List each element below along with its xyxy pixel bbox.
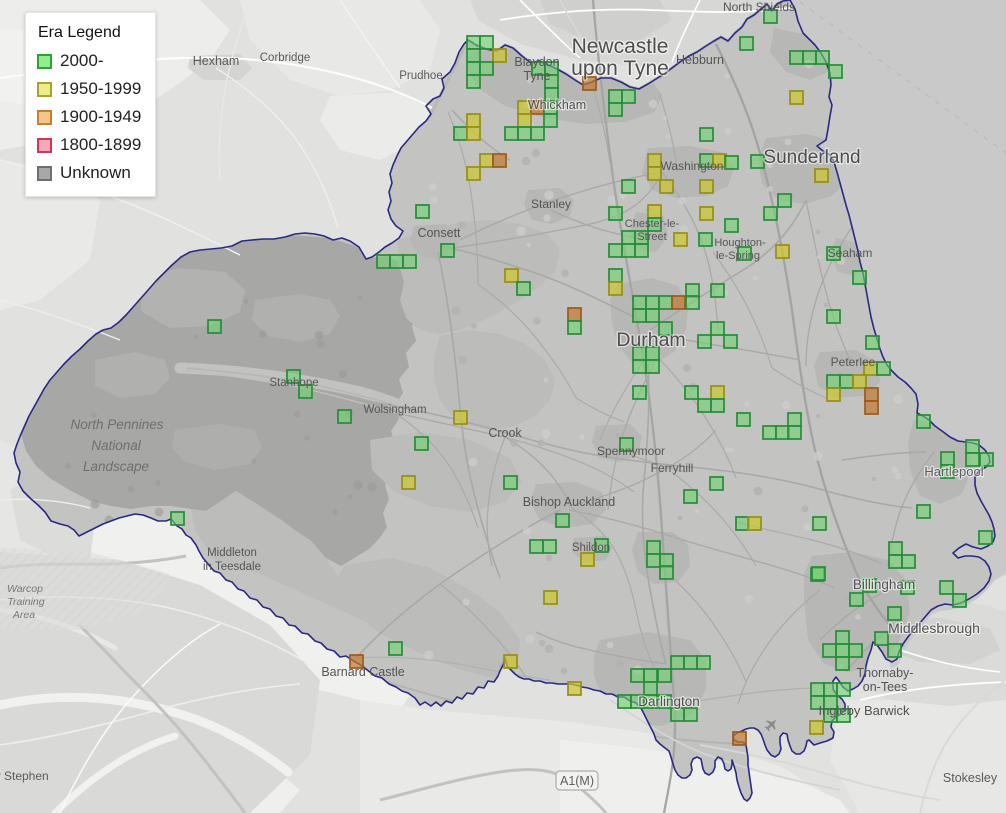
svg-text:Barnard Castle: Barnard Castle	[321, 665, 404, 679]
svg-text:Blaydon: Blaydon	[514, 55, 559, 69]
svg-text:Prudhoe: Prudhoe	[399, 70, 442, 82]
svg-text:on-Tees: on-Tees	[863, 680, 907, 694]
svg-text:Kirkby Stephen: Kirkby Stephen	[0, 769, 49, 783]
svg-text:Warcop: Warcop	[7, 583, 43, 595]
svg-text:Chester-le-: Chester-le-	[625, 218, 680, 230]
svg-text:Washington: Washington	[661, 159, 724, 173]
svg-text:Stanley: Stanley	[531, 197, 571, 211]
svg-text:Landscape: Landscape	[83, 459, 149, 474]
svg-text:in Teesdale: in Teesdale	[203, 561, 261, 573]
svg-text:Peterlee: Peterlee	[831, 355, 876, 369]
svg-text:Corbridge: Corbridge	[260, 52, 311, 64]
svg-text:Training: Training	[7, 596, 44, 608]
svg-text:Consett: Consett	[417, 226, 461, 240]
svg-text:Crook: Crook	[488, 426, 522, 440]
svg-text:A1(M): A1(M)	[560, 774, 594, 788]
svg-text:Shildon: Shildon	[572, 542, 610, 554]
svg-text:North Shields: North Shields	[723, 0, 795, 14]
svg-text:Sunderland: Sunderland	[763, 147, 860, 168]
svg-text:Thornaby-: Thornaby-	[857, 666, 914, 680]
svg-text:Durham: Durham	[616, 329, 685, 351]
svg-text:Billingham: Billingham	[853, 577, 915, 592]
svg-text:Street: Street	[637, 231, 666, 243]
svg-text:upon Tyne: upon Tyne	[571, 57, 669, 80]
svg-text:Stanhope: Stanhope	[269, 377, 318, 389]
svg-text:Middlesbrough: Middlesbrough	[888, 620, 980, 636]
svg-text:Bishop Auckland: Bishop Auckland	[523, 495, 615, 509]
svg-text:Area: Area	[12, 609, 35, 621]
svg-text:National: National	[91, 438, 142, 453]
svg-text:Tyne: Tyne	[523, 69, 550, 83]
svg-text:Hebburn: Hebburn	[676, 53, 724, 67]
svg-text:Wolsingham: Wolsingham	[363, 404, 426, 416]
svg-text:Seaham: Seaham	[828, 246, 873, 260]
svg-text:Middleton: Middleton	[207, 547, 257, 559]
svg-text:Spennymoor: Spennymoor	[597, 444, 665, 458]
svg-text:Ingleby Barwick: Ingleby Barwick	[818, 703, 910, 718]
svg-text:Hartlepool: Hartlepool	[924, 464, 983, 479]
svg-text:le-Spring: le-Spring	[716, 250, 760, 262]
svg-text:Stokesley: Stokesley	[943, 771, 998, 785]
svg-text:North Pennines: North Pennines	[70, 417, 163, 432]
svg-text:Ferryhill: Ferryhill	[651, 461, 694, 475]
svg-text:Newcastle: Newcastle	[572, 35, 669, 58]
svg-text:Whickham: Whickham	[528, 98, 586, 112]
svg-text:Hexham: Hexham	[193, 54, 240, 68]
svg-text:Darlington: Darlington	[638, 694, 700, 709]
svg-text:Houghton-: Houghton-	[714, 237, 766, 249]
